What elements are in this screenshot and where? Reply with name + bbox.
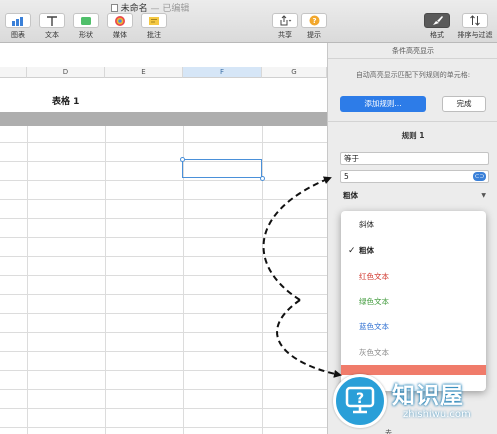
format-button[interactable]: 格式 xyxy=(420,13,454,40)
cell-reference-icon[interactable]: ⊂⊃ xyxy=(473,172,486,181)
condition-value: 等于 xyxy=(344,154,359,163)
share-icon xyxy=(272,13,298,28)
grid-line xyxy=(0,199,327,200)
menu-item-label: 粗体 xyxy=(359,246,374,255)
column-header-d[interactable]: D xyxy=(27,67,105,78)
menu-item-label: 绿色文本 xyxy=(359,297,389,306)
comment-icon xyxy=(141,13,167,28)
grid-line xyxy=(0,313,327,314)
comment-button[interactable]: 批注 xyxy=(137,13,171,40)
grid-line xyxy=(0,351,327,352)
text-button[interactable]: 文本 xyxy=(35,13,69,40)
value-field[interactable]: 5 ⊂⊃ xyxy=(340,170,489,183)
menu-item-gray-text[interactable]: 灰色文本 xyxy=(341,341,486,365)
menu-item-blue-text[interactable]: 蓝色文本 xyxy=(341,315,486,339)
divider xyxy=(328,121,497,122)
shape-button[interactable]: 形状 xyxy=(69,13,103,40)
divider xyxy=(328,58,497,59)
text-icon xyxy=(39,13,65,28)
menu-item-label: 蓝色文本 xyxy=(359,322,389,331)
chart-button[interactable]: 图表 xyxy=(1,13,35,40)
column-header-e[interactable]: E xyxy=(105,67,183,78)
menu-item-bold[interactable]: ✓ 粗体 xyxy=(341,239,486,263)
menu-item-label: 斜体 xyxy=(359,220,374,229)
grid-line xyxy=(0,237,327,238)
grid-line xyxy=(0,256,327,257)
comment-label: 批注 xyxy=(147,31,161,39)
grid-line xyxy=(262,126,263,434)
grid-line xyxy=(0,427,327,428)
column-header-f[interactable]: F xyxy=(183,67,262,78)
tips-label: 提示 xyxy=(307,31,321,39)
svg-text:?: ? xyxy=(356,391,364,407)
chevron-down-icon: ▼ xyxy=(481,192,486,199)
menu-item-green-text[interactable]: 绿色文本 xyxy=(341,290,486,314)
style-selected-value: 粗体 xyxy=(343,191,358,200)
tips-icon: ? xyxy=(301,13,327,28)
grid-line xyxy=(0,275,327,276)
table-header-row[interactable] xyxy=(0,112,327,126)
column-g-label: G xyxy=(291,68,297,76)
svg-text:?: ? xyxy=(312,17,316,25)
grid-line xyxy=(0,332,327,333)
rule-title: 规则 1 xyxy=(401,131,425,140)
chart-label: 图表 xyxy=(11,31,25,39)
grid-line xyxy=(105,126,106,434)
grid-line xyxy=(0,294,327,295)
table-title[interactable]: 表格 1 xyxy=(52,94,79,107)
grid-line xyxy=(0,161,327,162)
style-dropdown-menu: 斜体 ✓ 粗体 红色文本 绿色文本 蓝色文本 灰色文本 xyxy=(341,211,486,391)
watermark-tail-text: 去 xyxy=(385,429,392,434)
watermark-logo-icon: ? xyxy=(333,374,387,428)
shape-label: 形状 xyxy=(79,31,93,39)
watermark-url: zhishiwu.com xyxy=(403,409,471,420)
sort-filter-button[interactable]: 排序与过滤 xyxy=(456,13,494,40)
panel-description: 自动高亮显示匹配下列规则的单元格: xyxy=(355,71,471,79)
condition-field[interactable]: 等于 xyxy=(340,152,489,165)
paintbrush-icon xyxy=(424,13,450,28)
media-icon xyxy=(107,13,133,28)
grid-line xyxy=(27,126,28,434)
grid-line xyxy=(0,370,327,371)
document-icon xyxy=(110,4,118,12)
style-select[interactable]: 粗体 ▼ xyxy=(340,189,489,202)
column-header-g[interactable]: G xyxy=(262,67,327,78)
grid-line xyxy=(0,180,327,181)
add-rule-button[interactable]: 添加规则... xyxy=(340,96,426,112)
menu-item-label: 红色文本 xyxy=(359,272,389,281)
column-header-partial[interactable] xyxy=(0,67,27,78)
watermark: ? 知识屋 zhishiwu.com 去 xyxy=(333,371,497,434)
format-label: 格式 xyxy=(430,31,444,39)
spreadsheet-canvas[interactable]: D E F G 表格 1 xyxy=(0,43,327,434)
checkmark-icon: ✓ xyxy=(348,246,356,256)
tips-button[interactable]: ? 提示 xyxy=(297,13,331,40)
sort-icon xyxy=(462,13,488,28)
media-button[interactable]: 媒体 xyxy=(103,13,137,40)
grid-line xyxy=(0,389,327,390)
text-label: 文本 xyxy=(45,31,59,39)
menu-item-red-text[interactable]: 红色文本 xyxy=(341,265,486,289)
panel-title: 条件高亮显示 xyxy=(392,47,434,55)
column-f-label: F xyxy=(219,68,225,76)
column-d-label: D xyxy=(62,68,69,76)
watermark-name: 知识屋 xyxy=(392,383,464,409)
done-button[interactable]: 完成 xyxy=(442,96,486,112)
toolbar: 未命名 — 已编辑 图表 文本 形状 媒体 批注 共享 ? 提示 格式 排序与过… xyxy=(0,0,497,43)
grid-line xyxy=(0,142,327,143)
grid-line xyxy=(0,408,327,409)
table-grid[interactable] xyxy=(0,126,327,434)
chart-icon xyxy=(5,13,31,28)
grid-line xyxy=(0,218,327,219)
selection-handle-bottom-right[interactable] xyxy=(260,176,265,181)
media-label: 媒体 xyxy=(113,31,127,39)
menu-item-italic[interactable]: 斜体 xyxy=(341,213,486,237)
column-e-label: E xyxy=(141,68,146,76)
sort-label: 排序与过滤 xyxy=(457,31,493,39)
shape-icon xyxy=(73,13,99,28)
menu-item-label: 灰色文本 xyxy=(359,348,389,357)
selected-cell[interactable] xyxy=(182,159,262,178)
value-text: 5 xyxy=(344,172,349,181)
selection-handle-top-left[interactable] xyxy=(180,157,185,162)
